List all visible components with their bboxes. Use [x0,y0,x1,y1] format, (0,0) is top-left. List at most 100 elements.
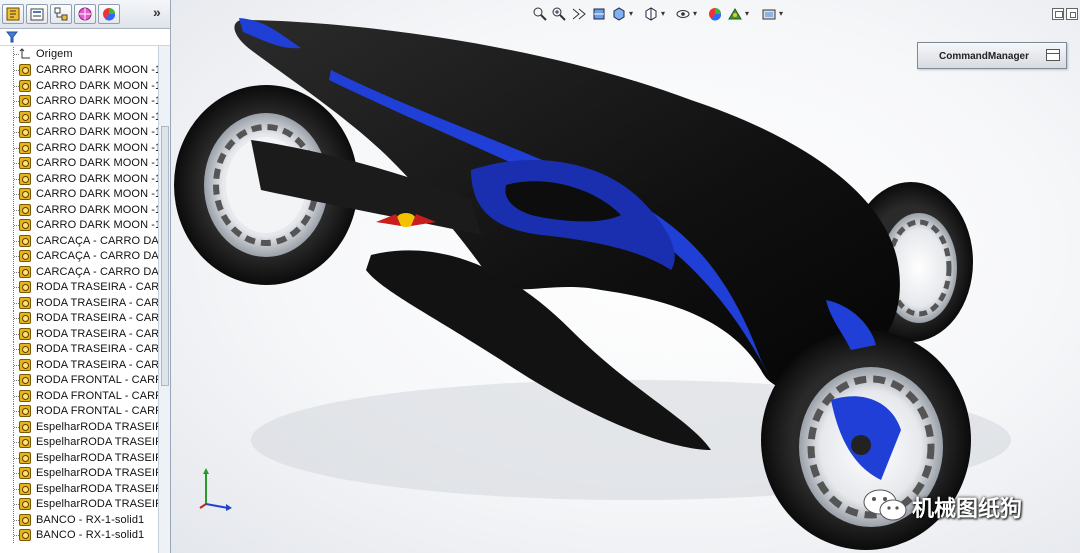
tree-item-component[interactable]: CARRO DARK MOON -1 [0,171,158,187]
property-manager-tab[interactable] [26,4,48,24]
tree-item-component[interactable]: CARCAÇA - CARRO DARK [0,264,158,280]
part-icon [19,110,31,123]
feature-manager-panel: » Origem CARRO DARK MOON -1 CARRO DARK MO… [0,0,171,553]
tree-item-label: RODA TRASEIRA - CARRO [36,358,158,371]
tree-item-component[interactable]: CARRO DARK MOON -1 [0,125,158,140]
dimxpert-manager-tab[interactable] [74,4,96,24]
scrollbar-thumb[interactable] [161,126,169,386]
tree-item-component[interactable]: EspelharRODA TRASEIRA [0,435,158,450]
section-view-icon[interactable] [591,6,607,22]
tree-item-component[interactable]: CARRO DARK MOON -1 [0,218,158,233]
tree-item-component[interactable]: RODA TRASEIRA - CARRO [0,280,158,295]
tree-item-label: RODA TRASEIRA - CARRO [36,312,158,324]
tree-item-component[interactable]: CARRO DARK MOON -1 [0,63,158,78]
tree-item-origin[interactable]: Origem [0,47,158,62]
tree-item-component[interactable]: RODA TRASEIRA - CARRO [0,357,158,373]
configuration-manager-tab[interactable] [50,4,72,24]
tree-item-label: BANCO - RX-1-solid1 [36,529,145,541]
tree-item-component[interactable]: CARCAÇA - CARRO DARK [0,249,158,264]
tree-item-label: CARRO DARK MOON -1 [36,79,158,92]
part-icon [19,436,31,448]
chevron-down-icon[interactable]: ▾ [661,9,665,18]
tree-item-component[interactable]: RODA FRONTAL - CARRO [0,404,158,419]
tree-item-component[interactable]: EspelharRODA TRASEIRA [0,497,158,512]
tree-item-component[interactable]: CARRO DARK MOON -1 [0,156,158,171]
property-manager-icon [30,8,44,21]
tree-item-component[interactable]: CARCAÇA - CARRO DARK [0,233,158,249]
chevron-down-icon[interactable]: ▾ [779,9,783,18]
display-manager-tab[interactable] [98,4,120,24]
tree-item-component[interactable]: RODA TRASEIRA - CARRO [0,342,158,357]
tree-item-component[interactable]: EspelharRODA TRASEIRA [0,466,158,481]
part-icon [19,420,31,433]
window-tile-button[interactable] [1066,8,1078,20]
tree-item-component[interactable]: RODA FRONTAL - CARRO [0,388,158,404]
command-manager-box[interactable]: CommandManager [917,42,1067,69]
tree-scrollbar[interactable] [158,46,170,553]
tree-item-label: RODA TRASEIRA - CARRO [36,327,158,340]
tree-item-component[interactable]: CARRO DARK MOON -1 [0,187,158,202]
3d-model-view[interactable] [171,0,1080,553]
previous-view-icon[interactable] [571,6,587,22]
part-icon [19,389,31,402]
tree-item-component[interactable]: EspelharRODA TRASEIRA [0,481,158,497]
tree-item-label: EspelharRODA TRASEIRA [36,467,158,479]
filter-bar[interactable] [0,29,170,46]
zoom-to-area-icon[interactable] [551,6,567,22]
tree-item-label: EspelharRODA TRASEIRA [36,482,158,495]
tree-item-component[interactable]: EspelharRODA TRASEIRA [0,419,158,435]
chevron-down-icon[interactable]: ▾ [629,9,633,18]
tree-item-component[interactable]: BANCO - RX-1-solid1 [0,528,158,543]
tree-item-label: CARRO DARK MOON -1 [36,64,158,76]
tree-item-label: RODA TRASEIRA - CARRO [36,296,158,309]
tree-item-label: CARRO DARK MOON -1 [36,219,158,231]
zoom-to-fit-icon[interactable] [532,6,548,22]
watermark-text: 机械图纸狗 [912,497,1023,522]
view-settings-icon[interactable] [761,6,777,22]
tree-item-component[interactable]: CARRO DARK MOON -1 [0,78,158,94]
tree-item-label: CARRO DARK MOON -1 [36,157,158,169]
tree-item-label: CARCAÇA - CARRO DARK [36,250,158,262]
part-icon [19,79,31,92]
chevron-down-icon[interactable]: ▾ [745,9,749,18]
tree-item-component[interactable]: RODA TRASEIRA - CARRO [0,311,158,326]
filter-icon[interactable] [6,31,18,43]
tree-item-label: CARCAÇA - CARRO DARK [36,265,158,278]
tree-item-component[interactable]: RODA TRASEIRA - CARRO [0,326,158,342]
part-icon [19,141,31,154]
tree-item-label: EspelharRODA TRASEIRA [36,420,158,433]
tree-item-component[interactable]: EspelharRODA TRASEIRA [0,450,158,466]
tree-item-label: CARRO DARK MOON -1 [36,110,158,123]
tree-item-component[interactable]: CARRO DARK MOON -1 [0,109,158,125]
tree-item-component[interactable]: BANCO - RX-1-solid1 [0,512,158,528]
apply-scene-icon[interactable] [727,6,743,22]
tree-item-component[interactable]: RODA TRASEIRA - CARRO [0,295,158,311]
tree-item-component[interactable]: RODA FRONTAL - CARRO [0,373,158,388]
configuration-manager-icon [54,7,68,21]
tree-item-component[interactable]: CARRO DARK MOON -1 [0,202,158,218]
panel-tab-bar: » [0,0,170,29]
part-icon [19,327,31,340]
view-orientation-icon[interactable] [611,6,627,22]
window-restore-button[interactable] [1052,8,1064,20]
dock-window-icon[interactable] [1046,49,1060,61]
tree-item-label: BANCO - RX-1-solid1 [36,513,145,526]
part-icon [19,172,31,185]
more-tabs-button[interactable]: » [153,4,161,20]
tree-item-label: RODA FRONTAL - CARRO [36,374,158,386]
dimxpert-icon [78,7,92,21]
display-style-icon[interactable] [643,6,659,22]
tree-item-component[interactable]: CARRO DARK MOON -1 [0,140,158,156]
feature-manager-tab[interactable] [2,4,24,24]
chevron-down-icon[interactable]: ▾ [693,9,697,18]
tree-item-component[interactable]: CARRO DARK MOON -1 [0,94,158,109]
part-icon [19,498,31,510]
hide-show-items-icon[interactable] [675,6,691,22]
command-manager-label: CommandManager [939,51,1030,62]
edit-appearance-icon[interactable] [707,6,723,22]
tree-item-label: RODA TRASEIRA - CARRO [36,343,158,355]
tree-item-label: EspelharRODA TRASEIRA [36,498,158,510]
part-icon [19,250,31,262]
part-icon [19,482,31,495]
part-icon [19,312,31,324]
